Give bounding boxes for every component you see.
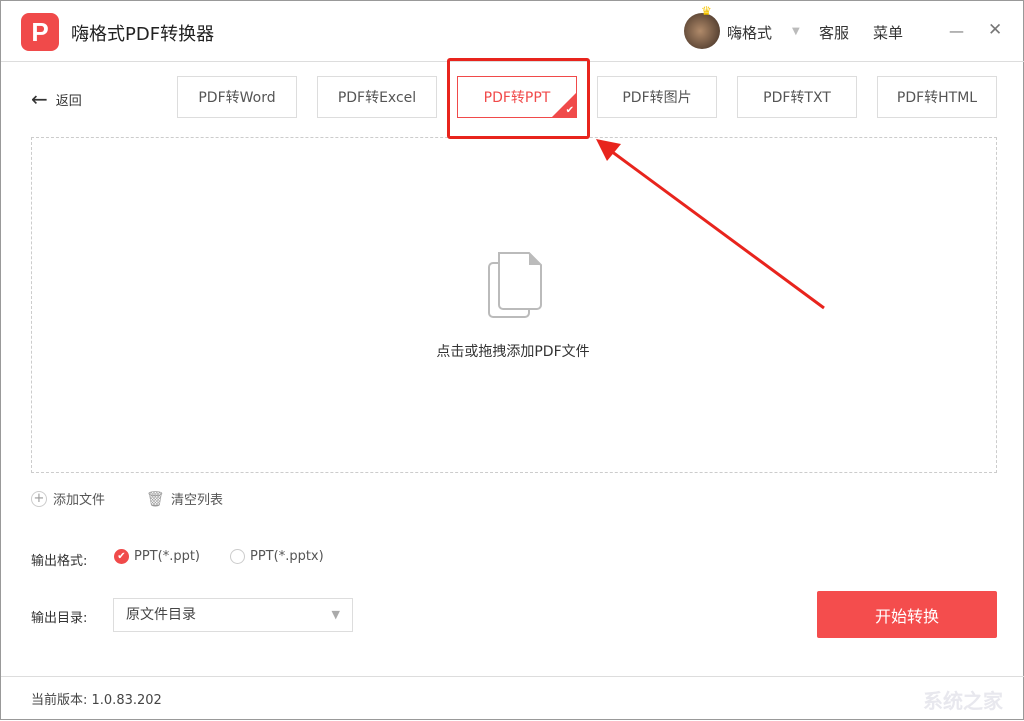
version-text: 当前版本: 1.0.83.202 [31, 689, 162, 708]
start-convert-button[interactable]: 开始转换 [817, 591, 997, 638]
radio-pptx[interactable]: PPT(*.pptx) [230, 549, 324, 564]
radio-unchecked-icon [230, 549, 245, 564]
clear-list-label: 清空列表 [171, 489, 223, 508]
radio-label: PPT(*.ppt) [134, 549, 200, 564]
plus-circle-icon: + [31, 491, 47, 507]
chevron-down-icon: ▼ [332, 599, 340, 631]
footer-divider [1, 676, 1024, 677]
add-file-button[interactable]: + 添加文件 [31, 489, 105, 508]
watermark-logo: 系统之家 [923, 685, 1003, 714]
add-file-label: 添加文件 [53, 489, 105, 508]
radio-label: PPT(*.pptx) [250, 549, 324, 564]
radio-checked-icon: ✔ [114, 549, 129, 564]
output-format-label: 输出格式: [31, 550, 87, 569]
trash-icon: 🗑 [146, 490, 165, 508]
output-dir-select[interactable]: 原文件目录 ▼ [113, 598, 353, 632]
output-dir-label: 输出目录: [31, 607, 87, 626]
radio-ppt[interactable]: ✔ PPT(*.ppt) [114, 549, 200, 564]
output-dir-value: 原文件目录 [126, 607, 196, 623]
clear-list-button[interactable]: 🗑 清空列表 [146, 489, 223, 508]
